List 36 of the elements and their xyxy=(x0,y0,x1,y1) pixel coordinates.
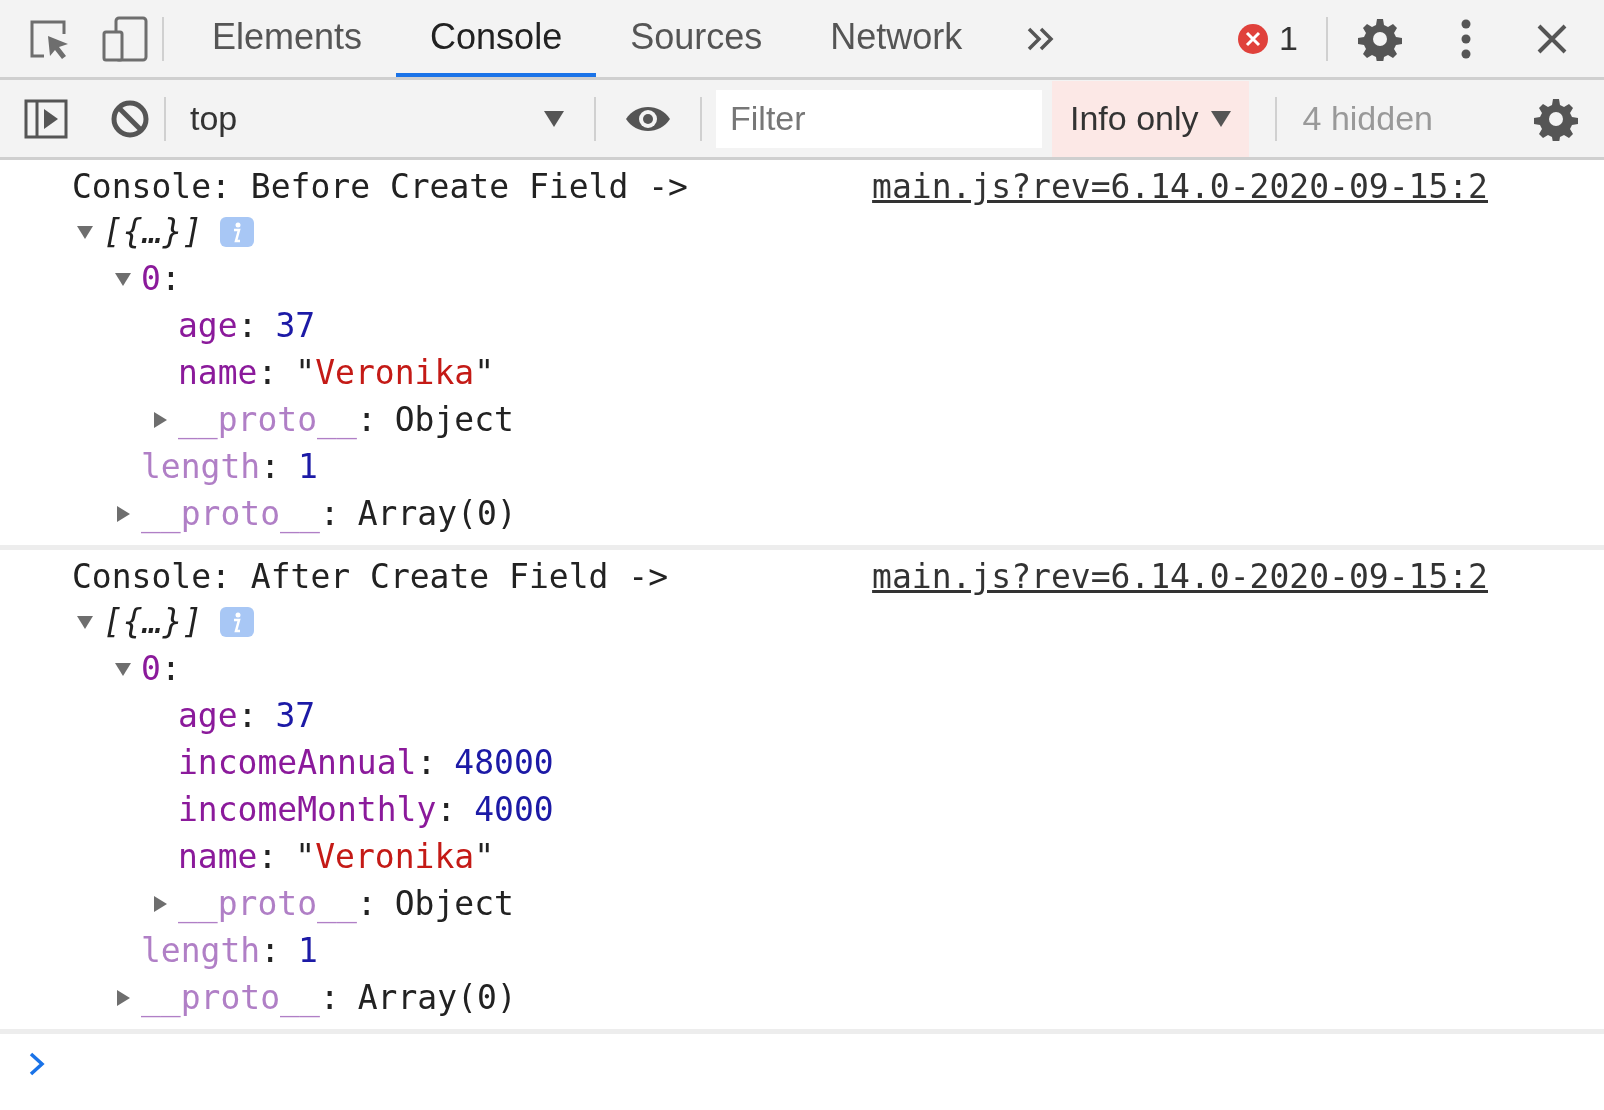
log-message: Console: Before Create Field -> xyxy=(72,166,688,209)
log-message: Console: After Create Field -> xyxy=(72,556,669,599)
panel-tab[interactable]: Sources xyxy=(596,0,797,77)
dropdown-caret-icon xyxy=(1210,110,1231,127)
error-count: 1 xyxy=(1279,18,1298,59)
property-value: Array(0) xyxy=(357,492,517,535)
property-value: 1 xyxy=(298,929,318,972)
filter-field[interactable]: Filter xyxy=(716,89,1042,148)
close-icon[interactable] xyxy=(1536,22,1568,55)
device-toolbar-icon[interactable] xyxy=(102,15,148,62)
property-value: 1 xyxy=(298,445,318,488)
more-options-icon[interactable] xyxy=(1460,18,1472,59)
property-value: "Veronika" xyxy=(295,351,495,394)
settings-icon[interactable] xyxy=(1358,16,1402,61)
context-selector[interactable]: top xyxy=(180,88,580,149)
sidebar-toggle-icon[interactable] xyxy=(24,98,68,139)
prompt-chevron-icon xyxy=(28,1051,46,1077)
error-counter[interactable]: 1 xyxy=(1237,13,1298,64)
source-link[interactable]: main.js?rev=6.14.0-2020-09-15:2 xyxy=(872,552,1488,602)
property-value: 4000 xyxy=(474,788,554,831)
console-settings-icon[interactable] xyxy=(1534,96,1578,141)
panel-tab[interactable]: Network xyxy=(796,0,997,77)
source-link[interactable]: main.js?rev=6.14.0-2020-09-15:2 xyxy=(872,162,1488,212)
log-levels-dropdown[interactable]: Info only xyxy=(1052,80,1249,157)
panel-tab[interactable]: Elements xyxy=(178,0,397,77)
property-value: Object xyxy=(394,882,514,925)
property-value: "Veronika" xyxy=(295,835,495,878)
property-value: Object xyxy=(394,398,514,441)
dropdown-caret-icon xyxy=(544,110,564,127)
property-value: 37 xyxy=(275,304,316,347)
property-value: Array(0) xyxy=(357,976,517,1019)
property-value: 37 xyxy=(275,694,316,737)
hidden-count: 4 hidden xyxy=(1302,98,1433,139)
property-value: 48000 xyxy=(454,741,554,784)
clear-console-icon[interactable] xyxy=(110,98,150,139)
error-icon xyxy=(1237,22,1270,55)
